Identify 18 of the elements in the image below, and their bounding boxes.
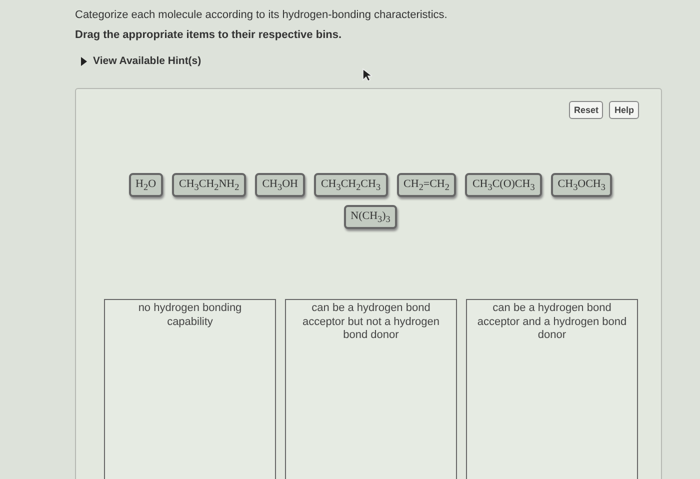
mouse-pointer-icon xyxy=(362,68,372,82)
draggable-item[interactable]: CH$_{3}$CH$_{2}$CH$_{3}$ xyxy=(314,173,388,198)
caret-icon xyxy=(81,56,87,66)
draggable-item[interactable]: CH$_{3}$OCH$_{3}$ xyxy=(550,173,612,198)
drop-bin[interactable]: can be a hydrogen bond acceptor but not a hydrogen bond donor xyxy=(285,299,457,479)
draggable-item[interactable]: CH$_{3}$CH$_{2}$NH$_{2}$ xyxy=(172,173,246,198)
instruction-text: Categorize each molecule according to its hydrogen-bonding characteristics. xyxy=(75,9,448,21)
draggable-item[interactable]: CH$_{2}$=CH$_{2}$ xyxy=(396,173,456,198)
drop-bin[interactable]: can be a hydrogen bond acceptor and a hydrogen bond donor xyxy=(466,299,638,479)
draggable-item[interactable]: CH$_{3}$OH xyxy=(255,173,305,198)
reset-button[interactable]: Reset xyxy=(568,101,604,119)
draggable-item[interactable]: N(CH$_{3}$)$_{3}$ xyxy=(344,205,398,230)
hint-link[interactable]: View Available Hint(s) xyxy=(81,55,202,67)
draggable-item[interactable]: H$_{2}$O xyxy=(128,173,164,198)
draggable-item[interactable]: CH$_{3}$C(O)CH$_{3}$ xyxy=(465,173,542,198)
drop-bin[interactable]: no hydrogen bonding capability xyxy=(104,299,276,479)
help-button[interactable]: Help xyxy=(609,101,639,119)
instruction-text: Drag the appropriate items to their respective bins. xyxy=(75,29,343,41)
